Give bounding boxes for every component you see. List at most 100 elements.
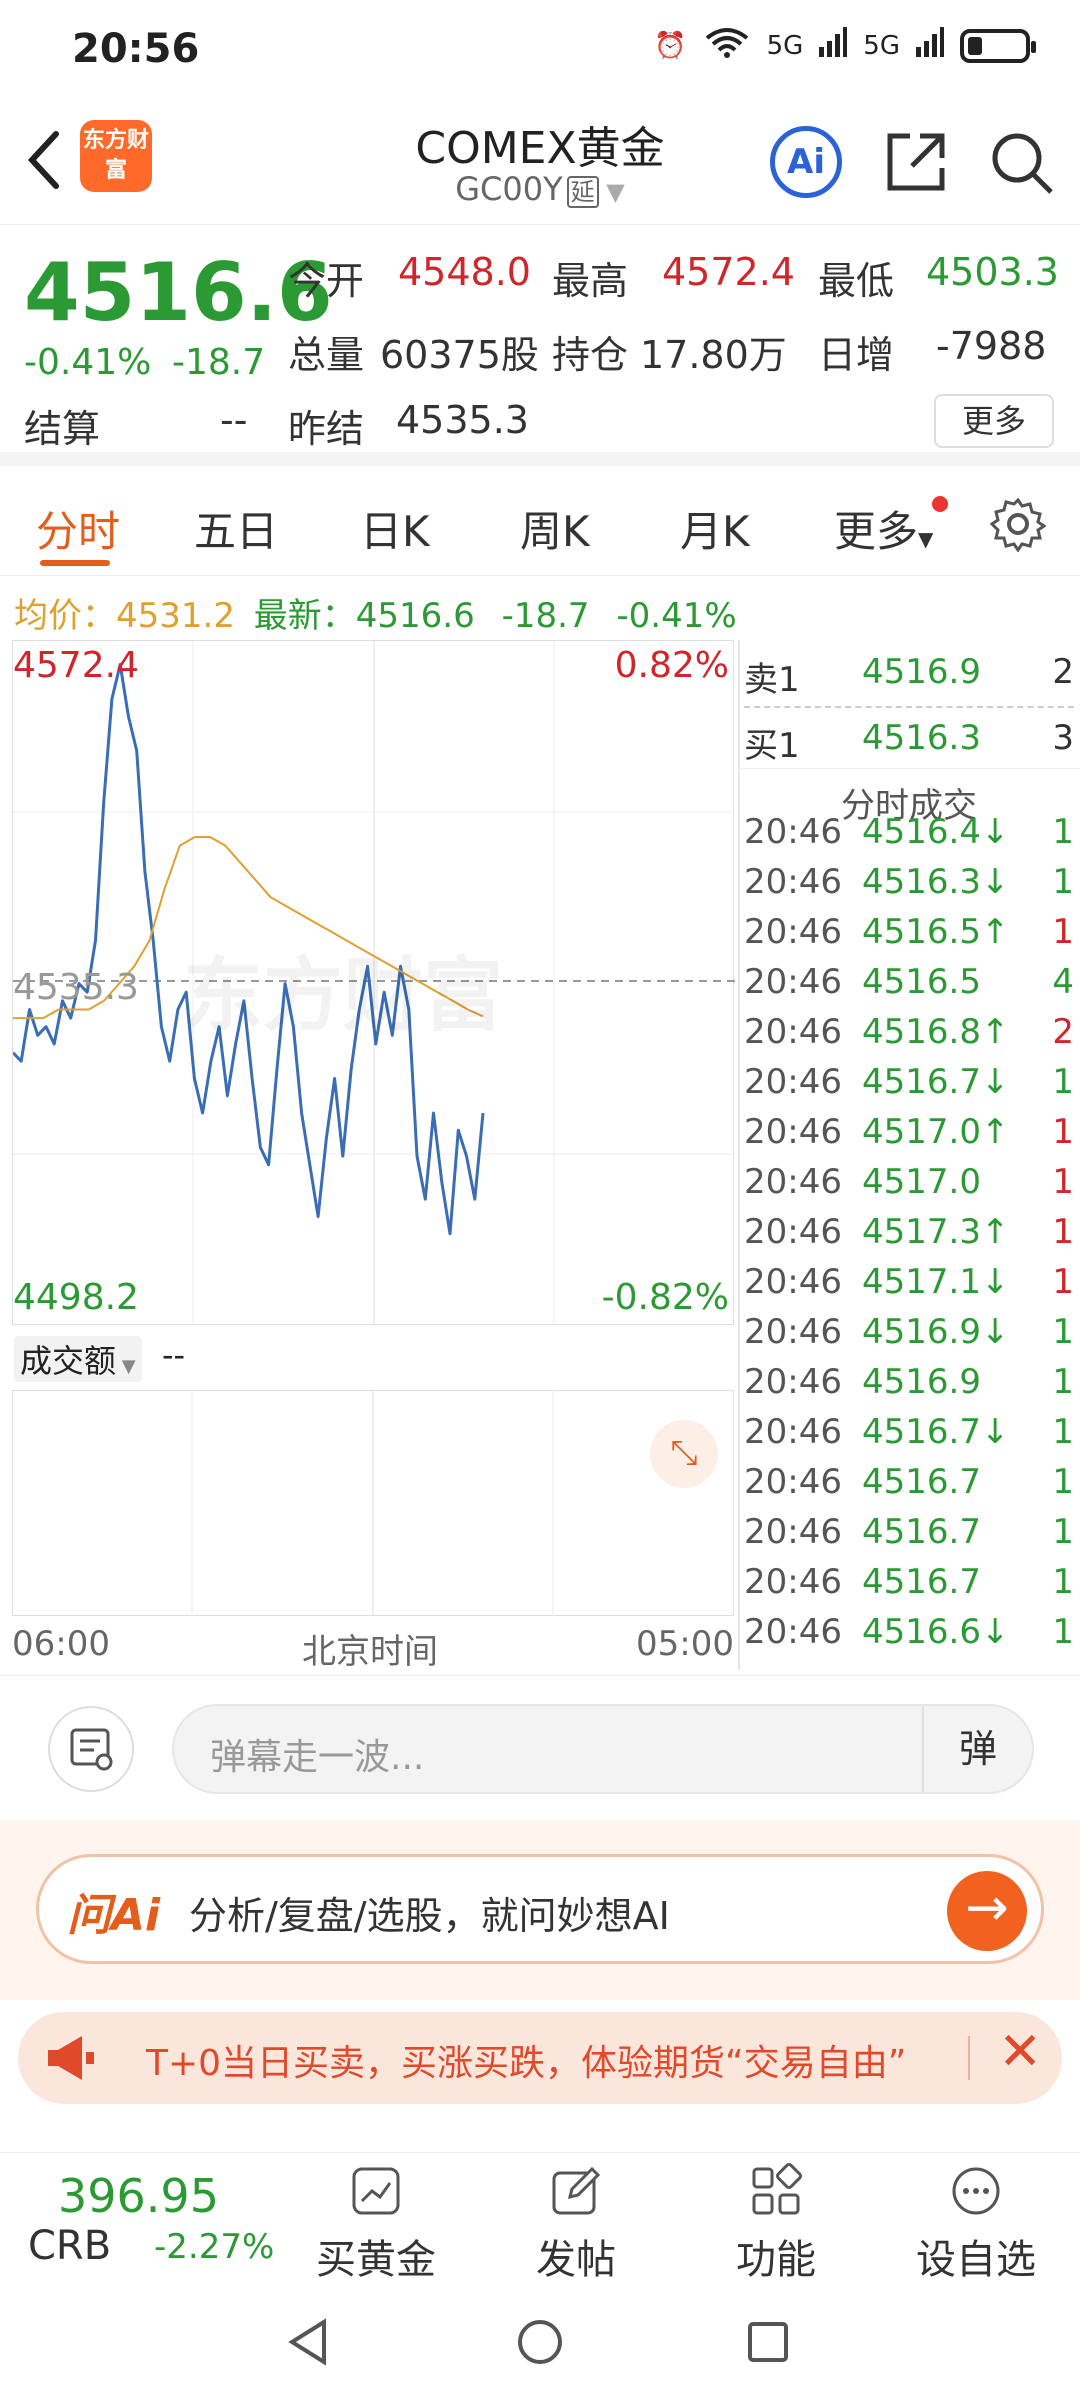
nav-add-watchlist[interactable]: 设自选 — [906, 2163, 1046, 2285]
recents-square-icon[interactable] — [746, 2320, 790, 2368]
trade-time: 20:46 — [744, 912, 842, 952]
promo-text: T+0当日买卖，买涨买跌，体验期货“交易自由” — [146, 2043, 907, 2084]
home-circle-icon[interactable] — [516, 2318, 564, 2370]
settle-value: -- — [220, 398, 248, 442]
signal-bars-icon-2 — [916, 27, 944, 64]
nav-buy-gold[interactable]: 买黄金 — [306, 2163, 446, 2285]
tab-weekly-k[interactable]: 周K — [520, 498, 590, 559]
chart-box-icon — [352, 2167, 400, 2215]
trade-volume: 1 — [1052, 812, 1074, 852]
y-ref-label: 4535.3 — [13, 967, 139, 1008]
expand-icon[interactable]: ⤡ — [650, 1420, 718, 1488]
trade-price: 4516.7 — [862, 1462, 981, 1502]
system-nav-bar — [0, 2282, 1080, 2400]
volume-label: 总量 — [288, 333, 365, 377]
abs-change: -18.7 — [172, 342, 266, 383]
trade-price: 4516.9↓ — [862, 1312, 1010, 1352]
nav-functions[interactable]: 功能 — [706, 2163, 846, 2285]
notification-dot — [932, 496, 948, 512]
trade-time: 20:46 — [744, 1512, 842, 1552]
prev-settle-value: 4535.3 — [396, 398, 529, 442]
trade-price: 4517.1↓ — [862, 1262, 1010, 1302]
wifi-icon — [703, 24, 751, 67]
search-icon[interactable] — [985, 126, 1057, 198]
trade-time: 20:46 — [744, 1312, 842, 1352]
trade-volume: 2 — [1052, 1012, 1074, 1052]
tab-five-day[interactable]: 五日 — [194, 498, 278, 559]
last-value: 4516.6 — [355, 596, 475, 636]
tab-intraday[interactable]: 分时 — [36, 498, 120, 559]
promo-banner[interactable]: T+0当日买卖，买涨买跌，体验期货“交易自由” ✕ — [18, 2012, 1062, 2104]
tab-more[interactable]: 更多▼ — [834, 498, 933, 559]
danmu-toggle-button[interactable]: 弹 — [922, 1706, 1032, 1792]
top-header: 东方财富 COMEX黄金 GC00Y 延 ▼ Ai — [0, 100, 1080, 225]
trade-volume: 1 — [1052, 1462, 1074, 1502]
trade-volume: 1 — [1052, 1062, 1074, 1102]
ai-section: 问Ai 分析/复盘/选股，就问妙想AI → — [0, 1820, 1080, 2000]
active-tab-underline — [40, 560, 110, 566]
comment-settings-icon[interactable] — [48, 1706, 134, 1792]
volume-type-label: 成交额 — [20, 1342, 117, 1380]
crb-index[interactable]: 396.95 CRB -2.27% — [28, 2169, 278, 2279]
trade-price: 4517.0↑ — [862, 1112, 1010, 1152]
caret-down-icon: ▼ — [918, 527, 934, 551]
danmu-input[interactable]: 弹幕走一波... 弹 — [172, 1704, 1034, 1794]
trade-time: 20:46 — [744, 862, 842, 902]
trade-price: 4516.3↓ — [862, 862, 1010, 902]
share-icon[interactable] — [880, 126, 952, 198]
oi-label: 持仓 — [552, 333, 629, 377]
avg-value: 4531.2 — [116, 596, 235, 636]
intraday-chart[interactable]: 4572.4 0.82% 4535.3 4498.2 -0.82% 东方财富 — [11, 640, 735, 1326]
alarm-icon: ⏰ — [654, 30, 687, 61]
close-icon[interactable]: ✕ — [998, 2022, 1042, 2082]
y-max-label: 4572.4 — [13, 645, 139, 686]
settings-gear-icon[interactable] — [989, 496, 1047, 556]
trade-price: 4516.5 — [862, 962, 981, 1002]
y-min-pct: -0.82% — [601, 1277, 729, 1318]
ai-button[interactable]: Ai — [770, 126, 842, 198]
arrow-right-icon[interactable]: → — [947, 1871, 1027, 1951]
trade-price: 4516.9 — [862, 1362, 981, 1402]
ai-prompt-text: 分析/复盘/选股，就问妙想AI — [189, 1894, 670, 1938]
volume-value: -- — [162, 1336, 186, 1374]
volume-type-select[interactable]: 成交额 ▼ — [14, 1336, 142, 1382]
ai-ask-bar[interactable]: 问Ai 分析/复盘/选股，就问妙想AI → — [36, 1854, 1044, 1964]
bid-label: 买1 — [744, 726, 800, 766]
back-triangle-icon[interactable] — [286, 2318, 330, 2370]
delay-badge: 延 — [566, 176, 599, 208]
tab-daily-k[interactable]: 日K — [360, 498, 430, 559]
last-chg: -18.7 — [501, 596, 590, 636]
trade-price: 4516.7 — [862, 1562, 981, 1602]
tab-monthly-k[interactable]: 月K — [680, 498, 750, 559]
volume-grid — [12, 1390, 734, 1616]
last-price: 4516.6 — [24, 246, 333, 339]
avg-price-line: 均价：4531.2 最新：4516.6 -18.7 -0.41% — [14, 588, 737, 637]
trade-time: 20:46 — [744, 1012, 842, 1052]
open-value: 4548.0 — [398, 250, 531, 294]
nav-label: 功能 — [736, 2237, 816, 2283]
ask-label: 卖1 — [744, 660, 800, 700]
trade-volume: 1 — [1052, 1312, 1074, 1352]
pct-change: -0.41% — [24, 342, 152, 383]
time-end: 05:00 — [636, 1624, 734, 1664]
trade-price: 4516.7↓ — [862, 1412, 1010, 1452]
time-axis: 06:00 北京时间 05:00 — [12, 1620, 734, 1672]
ai-brand: 问Ai — [67, 1890, 161, 1941]
trade-volume: 1 — [1052, 1212, 1074, 1252]
trade-time: 20:46 — [744, 1412, 842, 1452]
nav-post[interactable]: 发帖 — [506, 2163, 646, 2285]
trade-time: 20:46 — [744, 1212, 842, 1252]
more-quote-button[interactable]: 更多 — [934, 394, 1054, 448]
trade-time: 20:46 — [744, 962, 842, 1002]
y-min-label: 4498.2 — [13, 1277, 139, 1318]
trade-time: 20:46 — [744, 1462, 842, 1502]
bid-price: 4516.3 — [862, 718, 981, 758]
open-label: 今开 — [288, 259, 365, 303]
trade-time: 20:46 — [744, 1612, 842, 1652]
y-max-pct: 0.82% — [614, 645, 729, 686]
trade-time: 20:46 — [744, 1562, 842, 1602]
bottom-nav: 396.95 CRB -2.27% 买黄金 发帖 功能 设自选 — [0, 2152, 1080, 2285]
spread-divider — [744, 706, 1074, 708]
crb-label: CRB — [28, 2223, 112, 2269]
chevron-down-icon[interactable]: ▼ — [599, 178, 624, 206]
